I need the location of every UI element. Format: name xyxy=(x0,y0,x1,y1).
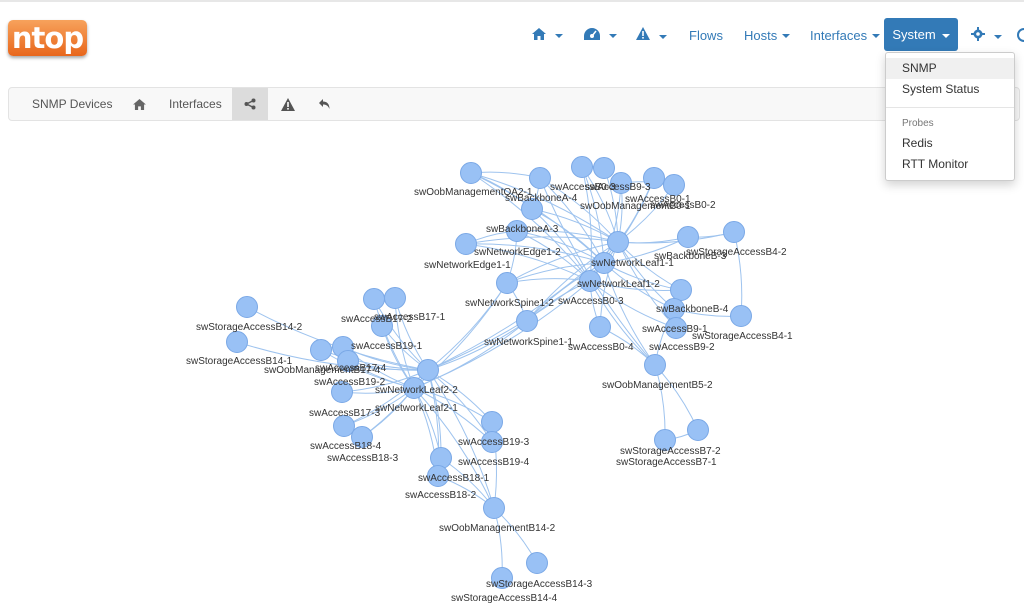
graph-node[interactable] xyxy=(663,174,685,196)
node-label: swNetworkLeaf2-2 xyxy=(375,385,458,396)
node-label: swStorageAccessB14-2 xyxy=(196,322,303,333)
menu-header-probes: Probes xyxy=(902,118,934,129)
node-label: swAccessB18-3 xyxy=(327,453,399,464)
node-label: swAccessB0-3 xyxy=(558,296,624,307)
graph-node[interactable] xyxy=(593,157,615,179)
graph-labels: swOobManagementQA2-1swBackboneA-4swAcces… xyxy=(186,182,793,604)
node-label: swBackboneA-3 xyxy=(486,224,559,235)
node-label: swNetworkLeaf2-1 xyxy=(375,403,458,414)
node-label: swAccessB9-2 xyxy=(649,342,715,353)
graph-edge xyxy=(654,364,666,441)
graph-node[interactable] xyxy=(310,339,332,361)
node-label: swAccessB18-1 xyxy=(418,473,490,484)
graph-node[interactable] xyxy=(607,231,629,253)
graph-node[interactable] xyxy=(589,316,611,338)
graph-node[interactable] xyxy=(723,221,745,243)
graph-node[interactable] xyxy=(363,288,385,310)
graph-node[interactable] xyxy=(460,162,482,184)
node-label: swAccessB19-3 xyxy=(458,437,530,448)
node-label: swAccessB17-1 xyxy=(374,312,446,323)
graph-node[interactable] xyxy=(571,156,593,178)
node-label: swNetworkSpine1-2 xyxy=(465,298,554,309)
graph-node[interactable] xyxy=(526,552,548,574)
node-label: swStorageAccessB4-1 xyxy=(692,331,793,342)
graph-edge xyxy=(733,231,743,317)
node-label: swNetworkSpine1-1 xyxy=(484,337,573,348)
node-label: swStorageAccessB7-1 xyxy=(616,457,717,468)
node-label: swAccessB19-4 xyxy=(458,457,530,468)
graph-node[interactable] xyxy=(529,167,551,189)
node-label: swStorageAccessB14-4 xyxy=(451,593,558,604)
menu-divider xyxy=(886,107,1014,108)
topology-graph[interactable]: swOobManagementQA2-1swBackboneA-4swAcces… xyxy=(0,0,1024,613)
node-label: swAccessB0-4 xyxy=(568,342,634,353)
system-dropdown: SNMP System Status Probes Redis RTT Moni… xyxy=(885,52,1015,181)
graph-node[interactable] xyxy=(481,411,503,433)
graph-node[interactable] xyxy=(236,296,258,318)
node-label: swStorageAccessB4-2 xyxy=(686,247,787,258)
node-label: swAccessB17-3 xyxy=(309,408,381,419)
node-label: swAccessB19-1 xyxy=(351,341,423,352)
graph-node[interactable] xyxy=(677,226,699,248)
graph-node[interactable] xyxy=(670,279,692,301)
node-label: swOobManagementB14-2 xyxy=(439,523,556,534)
graph-edge xyxy=(427,282,508,371)
graph-node[interactable] xyxy=(226,331,248,353)
node-label: swAccessB18-4 xyxy=(310,441,382,452)
node-label: swBackboneA-4 xyxy=(505,193,578,204)
node-label: swAccessB0-2 xyxy=(650,200,716,211)
node-label: swStorageAccessB7-2 xyxy=(620,446,721,457)
graph-node[interactable] xyxy=(430,447,452,469)
graph-edge xyxy=(465,236,619,245)
graph-node[interactable] xyxy=(730,305,752,327)
graph-node[interactable] xyxy=(644,354,666,376)
node-label: swStorageAccessB14-3 xyxy=(486,579,593,590)
node-label: swOobManagementB5-2 xyxy=(602,380,713,391)
graph-node[interactable] xyxy=(417,359,439,381)
node-label: swAccessB17-4 xyxy=(315,363,387,374)
graph-node[interactable] xyxy=(384,287,406,309)
menu-item-snmp[interactable]: SNMP xyxy=(886,58,1014,79)
menu-item-redis[interactable]: Redis xyxy=(886,133,1014,154)
graph-node[interactable] xyxy=(687,419,709,441)
node-label: swNetworkEdge1-2 xyxy=(474,247,561,258)
graph-edge xyxy=(654,364,699,431)
node-label: swAccessB18-2 xyxy=(405,490,477,501)
node-label: swBackboneB-4 xyxy=(656,304,729,315)
graph-edge xyxy=(617,231,735,244)
node-label: swNetworkEdge1-1 xyxy=(424,260,511,271)
graph-node[interactable] xyxy=(516,310,538,332)
node-label: swNetworkLeaf1-2 xyxy=(577,279,660,290)
graph-node[interactable] xyxy=(496,272,518,294)
menu-item-system-status[interactable]: System Status xyxy=(886,79,1014,100)
graph-edge xyxy=(394,297,429,371)
graph-node[interactable] xyxy=(483,497,505,519)
menu-item-rtt-monitor[interactable]: RTT Monitor xyxy=(886,154,1014,175)
node-label: swAccessB9-3 xyxy=(585,182,651,193)
